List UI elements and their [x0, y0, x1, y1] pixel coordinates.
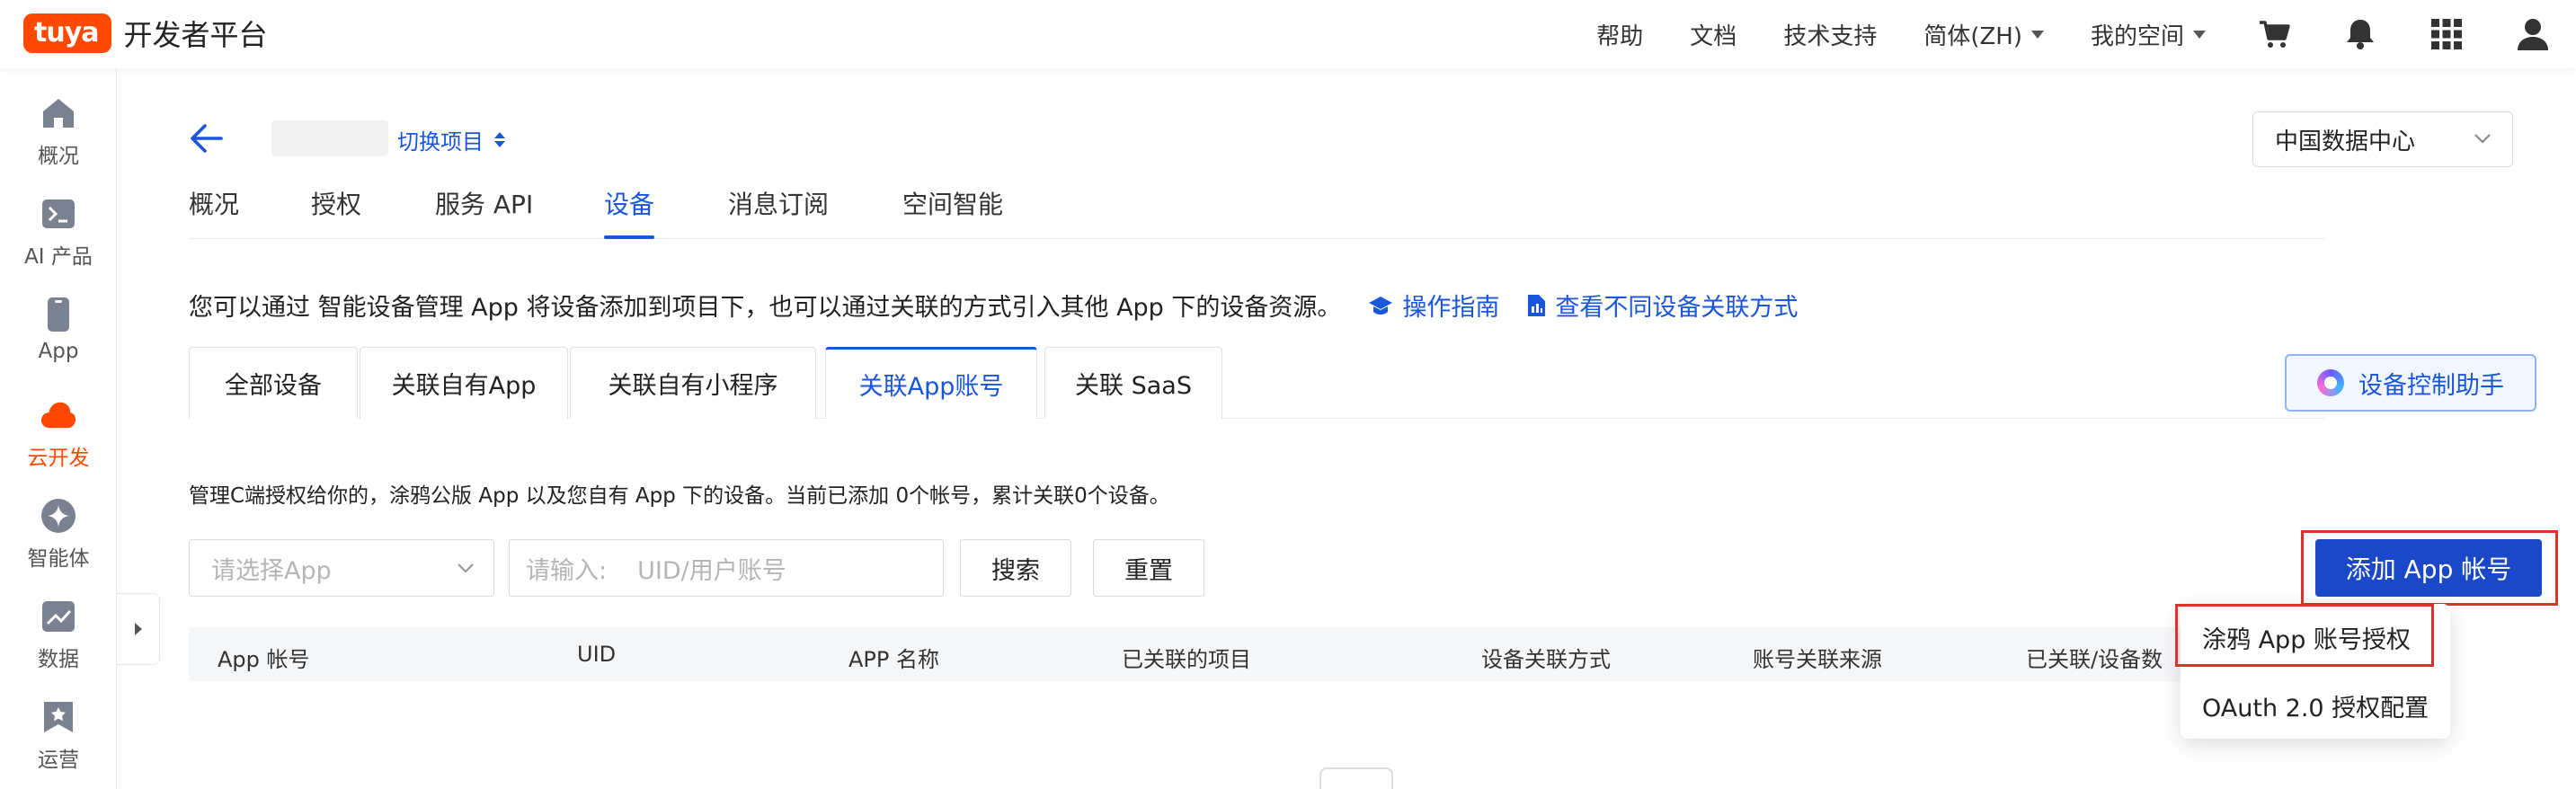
- top-header: tuya 开发者平台 帮助 文档 技术支持 简体(ZH) 我的空间: [0, 0, 2576, 68]
- chart-icon: [40, 598, 76, 634]
- main-tabs: 概况 授权 服务 API 设备 消息订阅 空间智能: [189, 185, 2324, 239]
- switch-project-label: 切换项目: [397, 129, 484, 155]
- column-header: App 帐号: [218, 647, 310, 672]
- column-header: APP 名称: [848, 647, 939, 672]
- sidebar-item-cloud-dev[interactable]: 云开发: [0, 397, 117, 487]
- compare-methods-link[interactable]: 查看不同设备关联方式: [1526, 288, 1798, 323]
- tab-message-subscription[interactable]: 消息订阅: [728, 185, 829, 239]
- sidebar-item-label: 智能体: [27, 547, 90, 571]
- nav-help-link[interactable]: 帮助: [1596, 18, 1643, 51]
- sidebar-item-label: 概况: [38, 145, 79, 168]
- language-label: 简体(ZH): [1923, 22, 2022, 50]
- tab-service-api[interactable]: 服务 API: [435, 185, 533, 239]
- sidebar-item-label: 运营: [38, 749, 79, 772]
- sidebar-item-ai-product[interactable]: AI 产品: [0, 196, 117, 286]
- sidebar-item-data[interactable]: 数据: [0, 598, 117, 688]
- input-placeholder: UID/用户账号: [637, 556, 786, 585]
- sidebar-item-app[interactable]: App: [0, 297, 117, 386]
- guide-link[interactable]: 操作指南: [1368, 288, 1499, 323]
- account-description: 管理C端授权给你的，涂鸦公版 App 以及您自有 App 下的设备。当前已添加 …: [189, 484, 1170, 508]
- sidebar-item-label: AI 产品: [24, 245, 93, 269]
- tuya-logo[interactable]: tuya 开发者平台: [23, 13, 268, 54]
- nav-docs-link[interactable]: 文档: [1690, 18, 1737, 51]
- column-header: 已关联/设备数: [2026, 647, 2163, 672]
- menu-item-highlight: [2175, 604, 2434, 667]
- my-space-menu[interactable]: 我的空间: [2091, 18, 2206, 51]
- tab-devices[interactable]: 设备: [604, 185, 655, 239]
- sparkle-icon: [40, 498, 76, 534]
- sidebar-item-label: 数据: [38, 648, 79, 671]
- left-sidebar: 概况 AI 产品 App 云开发 智能体 数据 运营: [0, 68, 117, 789]
- graduation-cap-icon: [1369, 296, 1393, 315]
- logo-text: 开发者平台: [123, 18, 268, 52]
- chevron-down-icon: [2030, 30, 2044, 39]
- sidebar-item-operations[interactable]: 运营: [0, 699, 117, 789]
- tab-spatial-intelligence[interactable]: 空间智能: [902, 185, 1003, 239]
- cloud-icon: [40, 397, 76, 433]
- assistant-button-label: 设备控制助手: [2358, 371, 2504, 400]
- chevron-down-icon: [2193, 30, 2206, 39]
- sidebar-item-agent[interactable]: 智能体: [0, 498, 117, 588]
- sidebar-item-label: 云开发: [27, 447, 90, 470]
- accounts-table-header: App 帐号 UID APP 名称 已关联的项目 设备关联方式 账号关联来源 已…: [189, 627, 2324, 681]
- subtab-saas[interactable]: 关联 SaaS: [1044, 347, 1222, 419]
- search-button[interactable]: 搜索: [960, 539, 1071, 597]
- app-select[interactable]: 请选择App: [189, 539, 494, 597]
- back-arrow-icon[interactable]: [189, 120, 225, 156]
- sidebar-item-label: App: [38, 340, 79, 363]
- nav-support-link[interactable]: 技术支持: [1783, 18, 1877, 51]
- terminal-icon: [40, 196, 76, 232]
- uid-search-input[interactable]: 请输入: UID/用户账号: [509, 539, 944, 597]
- compare-methods-label: 查看不同设备关联方式: [1555, 294, 1799, 322]
- project-name-placeholder: [271, 120, 388, 156]
- phone-icon: [40, 297, 76, 332]
- data-center-value: 中国数据中心: [2275, 128, 2416, 155]
- switch-project-button[interactable]: 切换项目: [397, 124, 505, 155]
- guide-link-label: 操作指南: [1402, 294, 1500, 322]
- device-subtabs: 全部设备 关联自有App 关联自有小程序 关联App账号 关联 SaaS: [189, 347, 2324, 419]
- cart-icon[interactable]: [2256, 16, 2292, 52]
- chevron-down-icon: [457, 563, 474, 573]
- intro-line: 您可以通过 智能设备管理 App 将设备添加到项目下，也可以通过关联的方式引入其…: [189, 288, 1798, 323]
- chevron-right-icon: [134, 623, 142, 635]
- sidebar-collapse-toggle[interactable]: [117, 593, 160, 665]
- tab-authorization[interactable]: 授权: [311, 185, 361, 239]
- menu-item-oauth-config[interactable]: OAuth 2.0 授权配置: [2202, 688, 2429, 723]
- subtab-app-account[interactable]: 关联App账号: [825, 347, 1037, 419]
- reset-button[interactable]: 重置: [1093, 539, 1204, 597]
- apps-grid-icon[interactable]: [2429, 16, 2465, 52]
- app-select-placeholder: 请选择App: [211, 556, 332, 585]
- assistant-orb-icon: [2317, 369, 2344, 396]
- my-space-label: 我的空间: [2090, 22, 2184, 50]
- input-prefix-label: 请输入:: [526, 556, 608, 585]
- subtab-all-devices[interactable]: 全部设备: [189, 347, 358, 419]
- intro-text: 您可以通过 智能设备管理 App 将设备添加到项目下，也可以通过关联的方式引入其…: [189, 294, 1342, 322]
- subtab-own-mini-program[interactable]: 关联自有小程序: [570, 347, 816, 419]
- column-header: UID: [577, 642, 617, 667]
- user-avatar-icon[interactable]: [2515, 16, 2551, 52]
- device-control-assistant-button[interactable]: 设备控制助手: [2285, 354, 2536, 412]
- empty-state-icon: [1319, 767, 1393, 789]
- document-chart-icon: [1528, 294, 1546, 316]
- bookmark-icon: [40, 699, 76, 735]
- top-nav: 帮助 文档 技术支持 简体(ZH) 我的空间: [1550, 0, 2551, 68]
- logo-badge: tuya: [23, 13, 111, 53]
- subtab-own-app[interactable]: 关联自有App: [360, 347, 568, 419]
- column-header: 账号关联来源: [1753, 647, 1882, 672]
- tab-overview[interactable]: 概况: [189, 185, 239, 239]
- sidebar-item-overview[interactable]: 概况: [0, 95, 117, 185]
- home-icon: [40, 95, 76, 131]
- data-center-select[interactable]: 中国数据中心: [2252, 111, 2513, 167]
- column-header: 已关联的项目: [1122, 647, 1251, 672]
- language-switcher[interactable]: 简体(ZH): [1923, 18, 2044, 51]
- bell-icon[interactable]: [2342, 16, 2378, 52]
- chevron-down-icon: [2474, 134, 2491, 144]
- column-header: 设备关联方式: [1481, 647, 1611, 672]
- sort-arrows-icon: [494, 132, 505, 147]
- add-app-account-button[interactable]: 添加 App 帐号: [2315, 539, 2542, 597]
